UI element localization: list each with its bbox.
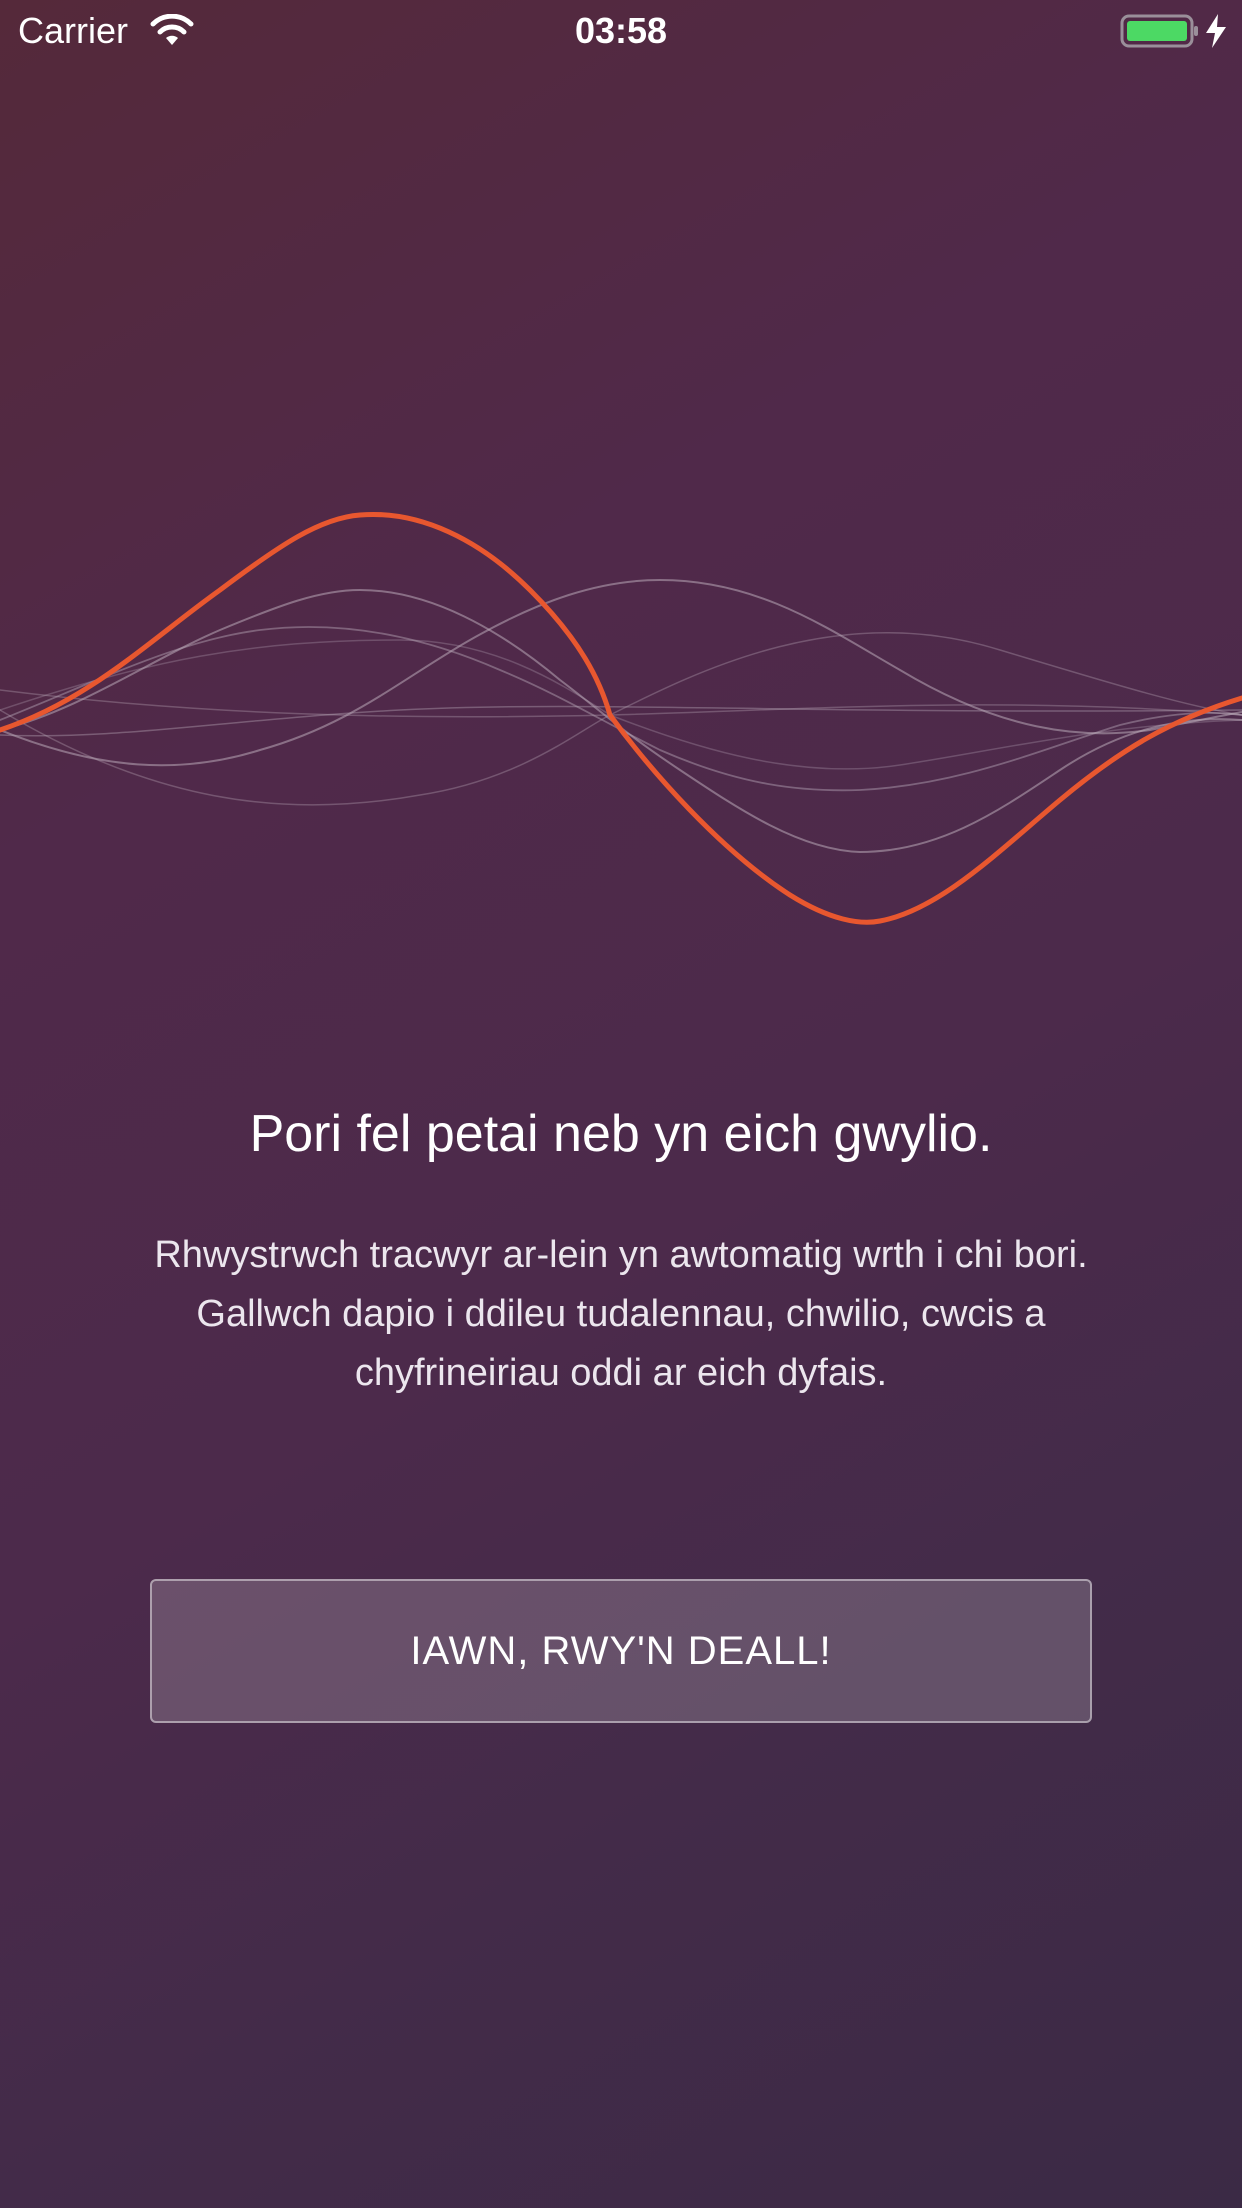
understand-button[interactable]: IAWN, RWY'N DEALL! [150,1579,1092,1723]
wave-line [0,639,1242,770]
onboarding-screen: Carrier 03:58 Pori fel petai neb yn eich… [0,0,1242,2208]
wave-accent-line [0,511,1242,925]
battery-charging-icon [1120,14,1226,48]
waveform-illustration [0,511,1242,925]
status-bar: Carrier 03:58 [0,0,1242,62]
onboarding-description: Rhwystrwch tracwyr ar-lein yn awtomatig … [154,1234,1088,1394]
wave-line [0,588,1242,854]
wave-line [0,578,1242,767]
wave-line [0,689,1242,718]
status-time: 03:58 [574,10,668,51]
wave-line [0,626,1242,792]
onboarding-headline: Pori fel petai neb yn eich gwylio. [249,1105,993,1163]
